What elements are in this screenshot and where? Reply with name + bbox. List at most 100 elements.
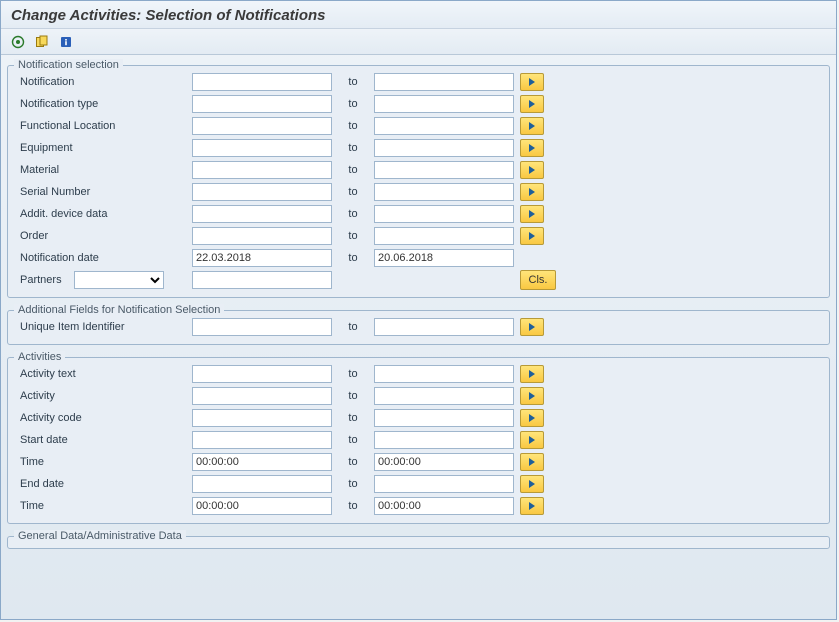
input-enddate-to[interactable]	[374, 475, 514, 493]
input-notification-from[interactable]	[192, 73, 332, 91]
label-material: Material	[16, 164, 186, 176]
arrow-right-icon	[529, 100, 535, 108]
multiselect-button[interactable]	[520, 409, 544, 427]
arrow-right-icon	[529, 370, 535, 378]
to-label: to	[338, 500, 368, 512]
input-enddate-from[interactable]	[192, 475, 332, 493]
input-order-from[interactable]	[192, 227, 332, 245]
row-notification: Notification to	[16, 71, 821, 93]
input-activity-from[interactable]	[192, 387, 332, 405]
input-activity-to[interactable]	[374, 387, 514, 405]
content: Notification selection Notification to N…	[1, 55, 836, 559]
multiselect-button[interactable]	[520, 387, 544, 405]
input-actcode-to[interactable]	[374, 409, 514, 427]
input-order-to[interactable]	[374, 227, 514, 245]
to-label: to	[338, 321, 368, 333]
group-legend-activities: Activities	[14, 351, 65, 363]
label-notification: Notification	[16, 76, 186, 88]
input-time2-from[interactable]	[192, 497, 332, 515]
arrow-right-icon	[529, 392, 535, 400]
input-time1-to[interactable]	[374, 453, 514, 471]
input-equipment-from[interactable]	[192, 139, 332, 157]
arrow-right-icon	[529, 502, 535, 510]
group-legend-general: General Data/Administrative Data	[14, 530, 186, 542]
input-partners-value[interactable]	[192, 271, 332, 289]
row-time-1: Time to	[16, 451, 821, 473]
row-activity-code: Activity code to	[16, 407, 821, 429]
to-label: to	[338, 208, 368, 220]
multiselect-button[interactable]	[520, 431, 544, 449]
input-startdate-to[interactable]	[374, 431, 514, 449]
to-label: to	[338, 456, 368, 468]
select-partners[interactable]	[74, 271, 164, 289]
row-unique-item-identifier: Unique Item Identifier to	[16, 316, 821, 338]
app-window: Change Activities: Selection of Notifica…	[0, 0, 837, 620]
titlebar: Change Activities: Selection of Notifica…	[1, 1, 836, 29]
row-functional-location: Functional Location to	[16, 115, 821, 137]
variant-icon[interactable]	[33, 33, 51, 51]
to-label: to	[338, 230, 368, 242]
input-equipment-to[interactable]	[374, 139, 514, 157]
label-uii: Unique Item Identifier	[16, 321, 186, 333]
arrow-right-icon	[529, 188, 535, 196]
input-funcloc-to[interactable]	[374, 117, 514, 135]
arrow-right-icon	[529, 232, 535, 240]
row-notification-date: Notification date to	[16, 247, 821, 269]
input-acttext-to[interactable]	[374, 365, 514, 383]
execute-icon[interactable]	[9, 33, 27, 51]
row-activity-text: Activity text to	[16, 363, 821, 385]
multiselect-button[interactable]	[520, 73, 544, 91]
input-actcode-from[interactable]	[192, 409, 332, 427]
input-material-to[interactable]	[374, 161, 514, 179]
to-label: to	[338, 390, 368, 402]
input-notifdate-to[interactable]	[374, 249, 514, 267]
input-time1-from[interactable]	[192, 453, 332, 471]
multiselect-button[interactable]	[520, 183, 544, 201]
arrow-right-icon	[529, 166, 535, 174]
input-notifdate-from[interactable]	[192, 249, 332, 267]
input-notiftype-from[interactable]	[192, 95, 332, 113]
row-notification-type: Notification type to	[16, 93, 821, 115]
input-material-from[interactable]	[192, 161, 332, 179]
input-notification-to[interactable]	[374, 73, 514, 91]
input-acttext-from[interactable]	[192, 365, 332, 383]
input-uii-to[interactable]	[374, 318, 514, 336]
row-material: Material to	[16, 159, 821, 181]
multiselect-button[interactable]	[520, 117, 544, 135]
toolbar	[1, 29, 836, 55]
to-label: to	[338, 98, 368, 110]
input-time2-to[interactable]	[374, 497, 514, 515]
input-uii-from[interactable]	[192, 318, 332, 336]
row-order: Order to	[16, 225, 821, 247]
label-enddate: End date	[16, 478, 186, 490]
label-activity: Activity	[16, 390, 186, 402]
to-label: to	[338, 186, 368, 198]
input-notiftype-to[interactable]	[374, 95, 514, 113]
group-activities: Activities Activity text to Activity to	[7, 351, 830, 524]
input-startdate-from[interactable]	[192, 431, 332, 449]
input-serial-from[interactable]	[192, 183, 332, 201]
info-icon[interactable]	[57, 33, 75, 51]
multiselect-button[interactable]	[520, 95, 544, 113]
multiselect-button[interactable]	[520, 205, 544, 223]
input-serial-to[interactable]	[374, 183, 514, 201]
multiselect-button[interactable]	[520, 318, 544, 336]
multiselect-button[interactable]	[520, 139, 544, 157]
multiselect-button[interactable]	[520, 161, 544, 179]
row-time-2: Time to	[16, 495, 821, 517]
input-addit-from[interactable]	[192, 205, 332, 223]
group-notification-selection: Notification selection Notification to N…	[7, 59, 830, 298]
multiselect-button[interactable]	[520, 453, 544, 471]
multiselect-button[interactable]	[520, 497, 544, 515]
to-label: to	[338, 76, 368, 88]
multiselect-button[interactable]	[520, 365, 544, 383]
multiselect-button[interactable]	[520, 475, 544, 493]
input-funcloc-from[interactable]	[192, 117, 332, 135]
input-addit-to[interactable]	[374, 205, 514, 223]
label-time2: Time	[16, 500, 186, 512]
label-startdate: Start date	[16, 434, 186, 446]
cls-button[interactable]: Cls.	[520, 270, 556, 290]
multiselect-button[interactable]	[520, 227, 544, 245]
arrow-right-icon	[529, 78, 535, 86]
page-title: Change Activities: Selection of Notifica…	[11, 7, 826, 24]
